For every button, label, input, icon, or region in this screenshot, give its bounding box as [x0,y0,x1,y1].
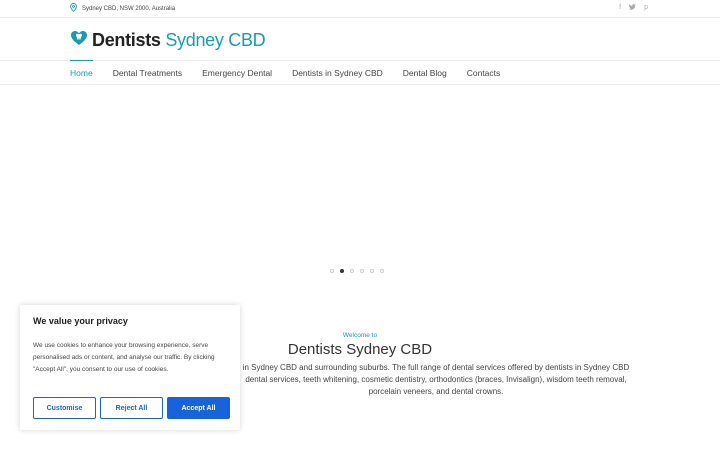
brand-name-light: Sydney CBD [165,30,266,50]
top-bar: Sydney CBD, NSW 2000, Australia f p [0,0,720,18]
pinterest-icon[interactable]: p [644,4,648,12]
twitter-icon[interactable] [628,4,636,12]
nav-item-home[interactable]: Home [70,60,93,85]
tooth-heart-icon [70,30,88,51]
brand-name: Dentists Sydney CBD [92,30,266,51]
hero-description-line: porcelain veneers, and dental crowns. [368,387,504,396]
slider-dot[interactable] [380,269,384,273]
location-text: Sydney CBD, NSW 2000, Australia [82,5,176,12]
reject-all-button[interactable]: Reject All [100,397,163,419]
cookie-banner-actions: Customise Reject All Accept All [33,397,230,419]
customise-button[interactable]: Customise [33,397,96,419]
location-pin-icon [70,3,77,14]
nav-item-dental-blog[interactable]: Dental Blog [403,61,447,85]
site-logo[interactable]: Dentists Sydney CBD [70,30,266,51]
cookie-banner-title: We value your privacy [33,316,128,326]
nav-item-dental-treatments[interactable]: Dental Treatments [113,61,182,85]
slider-dot[interactable] [360,269,364,273]
main-navigation: Home Dental Treatments Emergency Dental … [0,60,720,85]
slider-dot[interactable] [350,269,354,273]
nav-item-contacts[interactable]: Contacts [467,61,501,85]
brand-name-bold: Dentists [92,30,161,50]
social-links: f p [619,4,648,12]
facebook-icon[interactable]: f [619,4,621,12]
slider-dot-active[interactable] [340,269,344,273]
slider-dot[interactable] [330,269,334,273]
hero-description-line: dental services, teeth whitening, cosmet… [245,375,627,384]
nav-item-dentists-in-sydney-cbd[interactable]: Dentists in Sydney CBD [292,61,383,85]
location-info: Sydney CBD, NSW 2000, Australia [70,3,175,14]
cookie-banner-text: We use cookies to enhance your browsing … [33,342,215,373]
hero-description: in Sydney CBD and surrounding suburbs. T… [228,362,644,398]
accept-all-button[interactable]: Accept All [167,397,230,419]
nav-item-emergency-dental[interactable]: Emergency Dental [202,61,272,85]
slider-dot[interactable] [370,269,374,273]
slider-pagination [330,269,384,273]
cookie-consent-banner: We value your privacy We use cookies to … [20,305,240,430]
hero-description-line: in Sydney CBD and surrounding suburbs. T… [242,363,630,372]
